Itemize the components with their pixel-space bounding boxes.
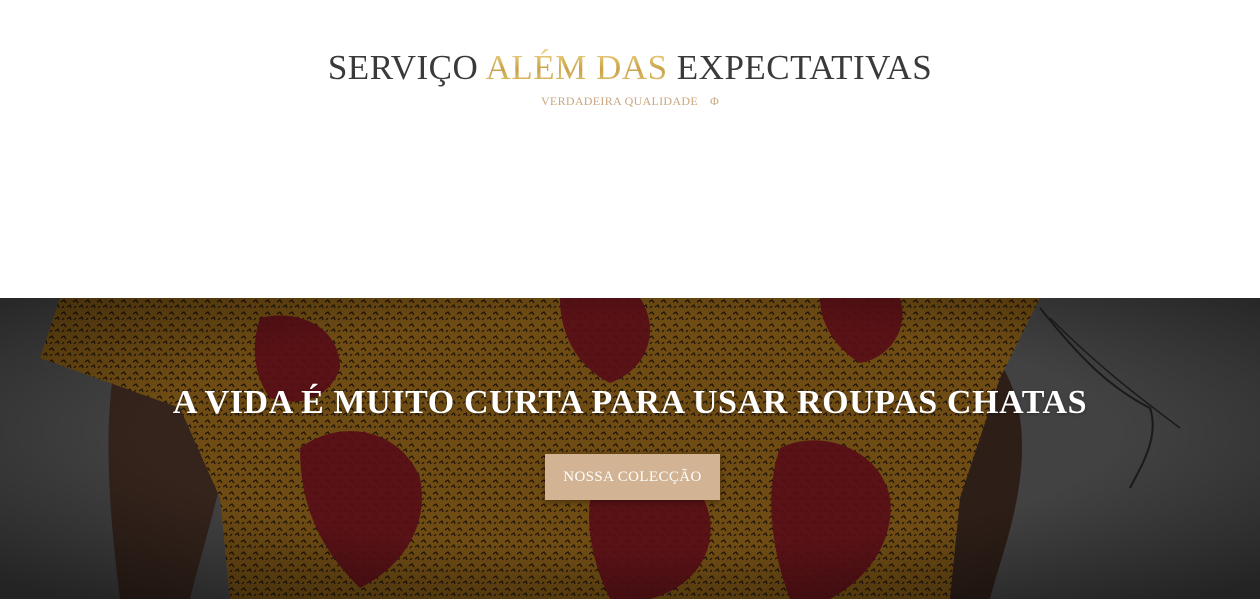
subline-text: VERDADEIRA QUALIDADE (540, 94, 698, 108)
hero-background-image (0, 298, 1260, 599)
phi-icon: Φ (709, 94, 720, 108)
headline-part-3: EXPECTATIVAS (667, 48, 933, 87)
headline-part-1: SERVIÇO (327, 48, 486, 87)
hero-banner: A VIDA É MUITO CURTA PARA USAR ROUPAS CH… (0, 298, 1260, 599)
section-subline: VERDADEIRA QUALIDADE Φ (0, 94, 1260, 109)
headline-accent: ALÉM DAS (485, 48, 668, 87)
intro-section: SERVIÇO ALÉM DAS EXPECTATIVAS VERDADEIRA… (0, 0, 1260, 298)
hero-title: A VIDA É MUITO CURTA PARA USAR ROUPAS CH… (172, 384, 1088, 421)
our-collection-button[interactable]: NOSSA COLECÇÃO (545, 454, 720, 500)
section-headline: SERVIÇO ALÉM DAS EXPECTATIVAS (0, 48, 1260, 88)
